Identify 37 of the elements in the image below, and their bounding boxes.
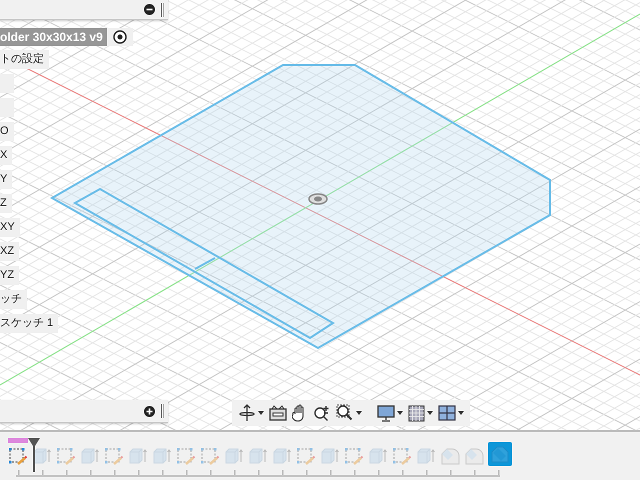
grip-icon[interactable] xyxy=(161,404,164,418)
slot-profile[interactable] xyxy=(72,188,335,340)
caret-icon[interactable] xyxy=(258,411,264,415)
browser-item[interactable]: XZ xyxy=(0,242,20,261)
browser-item[interactable]: Z xyxy=(0,194,12,213)
browser-item[interactable]: X xyxy=(0,146,12,165)
caret-icon[interactable] xyxy=(427,411,433,415)
playhead-marker[interactable] xyxy=(28,438,40,472)
sketch-line[interactable] xyxy=(194,257,216,270)
caret-icon[interactable] xyxy=(458,411,464,415)
sketch-icon[interactable] xyxy=(8,446,28,466)
origin-icon[interactable] xyxy=(308,193,328,205)
fillet-icon[interactable] xyxy=(464,446,484,466)
add-icon[interactable] xyxy=(144,406,155,416)
zoom-window-icon[interactable] xyxy=(336,404,354,422)
monitor-icon[interactable] xyxy=(377,404,395,422)
browser-item[interactable]: トの設定 xyxy=(0,50,49,69)
viewports-icon[interactable] xyxy=(438,405,456,421)
browser-item[interactable]: O xyxy=(0,122,14,141)
caret-icon[interactable] xyxy=(356,411,362,415)
browser-item[interactable]: YZ xyxy=(0,266,20,285)
browser-item-background xyxy=(0,98,14,117)
browser-item[interactable]: スケッチ 1 xyxy=(0,314,58,333)
orbit-icon[interactable] xyxy=(238,404,256,422)
caret-icon[interactable] xyxy=(397,411,403,415)
zoom-icon[interactable] xyxy=(313,404,331,422)
active-radio-icon[interactable] xyxy=(112,30,127,44)
browser-item[interactable]: XY xyxy=(0,218,20,237)
grip-icon[interactable] xyxy=(161,2,164,16)
fillet-icon[interactable] xyxy=(440,446,460,466)
browser-item-background xyxy=(0,74,14,93)
grid-icon[interactable] xyxy=(408,404,425,422)
browser-item[interactable]: Y xyxy=(0,170,12,189)
look-at-icon[interactable] xyxy=(269,405,287,421)
minimize-icon[interactable] xyxy=(144,4,155,15)
sketch-profile[interactable] xyxy=(50,64,551,350)
browser-item[interactable]: ッチ xyxy=(0,290,27,309)
